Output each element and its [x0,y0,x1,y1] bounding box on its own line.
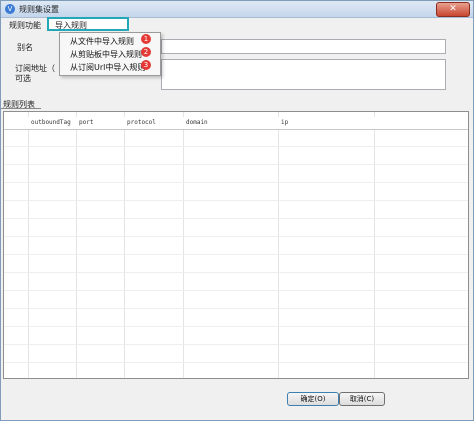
rule-list-tab-underline [1,108,41,109]
column-header-ip[interactable]: ip [281,119,288,126]
grid-row-line [4,200,468,201]
grid-row-line [4,326,468,327]
grid-row-line [4,236,468,237]
column-header-domain[interactable]: domain [186,119,208,126]
grid-row-line [4,344,468,345]
grid-col-divider [76,112,77,378]
column-header-protocol[interactable]: protocol [127,119,156,126]
menu-item-import-from-subscription-url[interactable]: 从订阅Url中导入规则 [70,62,145,73]
grid-col-divider [374,112,375,378]
app-icon: V [5,4,15,14]
grid-row-line [4,362,468,363]
close-button[interactable]: ✕ [436,2,470,17]
rule-list-grid[interactable]: outboundTag port protocol domain ip [3,111,469,379]
sub-url-input[interactable] [161,59,446,90]
grid-row-line [4,146,468,147]
grid-col-divider [183,112,184,378]
grid-col-divider [278,112,279,378]
menu-import-rules[interactable]: 导入规则 [47,17,129,31]
title-bar: V 规则集设置 ✕ [1,1,473,18]
sub-url-label-optional: 可选 [15,74,31,83]
column-header-outboundtag[interactable]: outboundTag [31,119,71,126]
window-title: 规则集设置 [19,5,59,14]
rule-set-settings-window: V 规则集设置 ✕ 规则功能 导入规则 别名 订阅地址（ 可选 从文件中导入规则… [0,0,474,421]
step-badge-1: 1 [141,34,151,44]
menu-rules-function[interactable]: 规则功能 [6,20,44,31]
column-header-port[interactable]: port [79,119,93,126]
menu-import-rules-label: 导入规则 [55,21,87,30]
grid-row-line [4,308,468,309]
alias-label: 别名 [17,43,33,52]
grid-header: outboundTag port protocol domain ip [4,117,468,130]
grid-row-line [4,218,468,219]
cancel-button[interactable]: 取消(C) [339,392,385,406]
grid-col-divider [28,112,29,378]
menu-item-import-from-clipboard[interactable]: 从剪贴板中导入规则 [70,49,142,60]
grid-row-line [4,254,468,255]
grid-row-line [4,290,468,291]
ok-button[interactable]: 确定(O) [287,392,339,406]
grid-row-line [4,272,468,273]
step-badge-3: 3 [141,60,151,70]
step-badge-2: 2 [141,47,151,57]
menu-item-import-from-file[interactable]: 从文件中导入规则 [70,36,134,47]
grid-row-line [4,164,468,165]
grid-col-divider [124,112,125,378]
alias-input[interactable] [161,39,446,54]
grid-row-line [4,182,468,183]
